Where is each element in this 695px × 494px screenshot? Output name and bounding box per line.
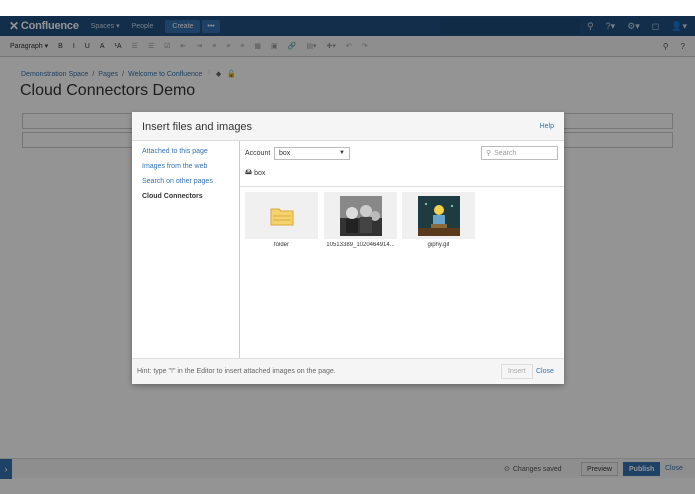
tile-label-gif: giphy.gif <box>427 242 450 248</box>
file-tile-folder[interactable] <box>245 192 318 239</box>
sidebar-item-cloud-connectors[interactable]: Cloud Connectors <box>142 193 203 200</box>
file-tile-gif[interactable] <box>402 192 475 239</box>
sidebar-item-search-pages[interactable]: Search on other pages <box>142 178 213 185</box>
folder-breadcrumb: 🖴 box <box>245 168 265 179</box>
hint-text: Hint: type "!" in the Editor to insert a… <box>137 368 336 375</box>
account-value: box <box>279 150 291 157</box>
dialog-main: Account box ▼ ⚲ Search 🖴 box folder 1051… <box>240 141 564 358</box>
sidebar-item-web-images[interactable]: Images from the web <box>142 163 207 170</box>
dialog-header: Insert files and images Help <box>132 112 564 141</box>
search-icon: ⚲ <box>486 150 492 157</box>
help-link[interactable]: Help <box>540 123 554 130</box>
file-tile-photo[interactable] <box>324 192 397 239</box>
box-drive-icon: 🖴 <box>245 169 253 176</box>
divider <box>240 186 564 187</box>
search-placeholder: Search <box>494 149 517 157</box>
dialog-footer: Hint: type "!" in the Editor to insert a… <box>132 358 564 384</box>
gif-thumbnail <box>417 195 460 236</box>
close-button[interactable]: Close <box>536 368 554 375</box>
insert-files-dialog: Insert files and images Help Attached to… <box>132 112 564 384</box>
search-input[interactable]: ⚲ Search <box>481 146 558 160</box>
box-crumb-label[interactable]: box <box>254 170 265 177</box>
dialog-sidebar: Attached to this page Images from the we… <box>132 141 240 358</box>
tile-label-photo: 10513389_1020464914... <box>326 242 395 248</box>
account-select[interactable]: box ▼ <box>274 147 350 160</box>
tile-label-folder: folder <box>273 242 289 248</box>
dialog-title: Insert files and images <box>142 121 253 133</box>
photo-thumbnail <box>339 195 382 236</box>
folder-icon <box>270 208 293 225</box>
caret-down-icon: ▼ <box>339 150 345 156</box>
sidebar-item-attached[interactable]: Attached to this page <box>142 148 208 155</box>
insert-button[interactable]: Insert <box>501 364 533 379</box>
confluence-editor-page: ✕ Confluence Spaces ▾ People Create ••• … <box>0 0 695 494</box>
account-label: Account <box>245 150 271 157</box>
